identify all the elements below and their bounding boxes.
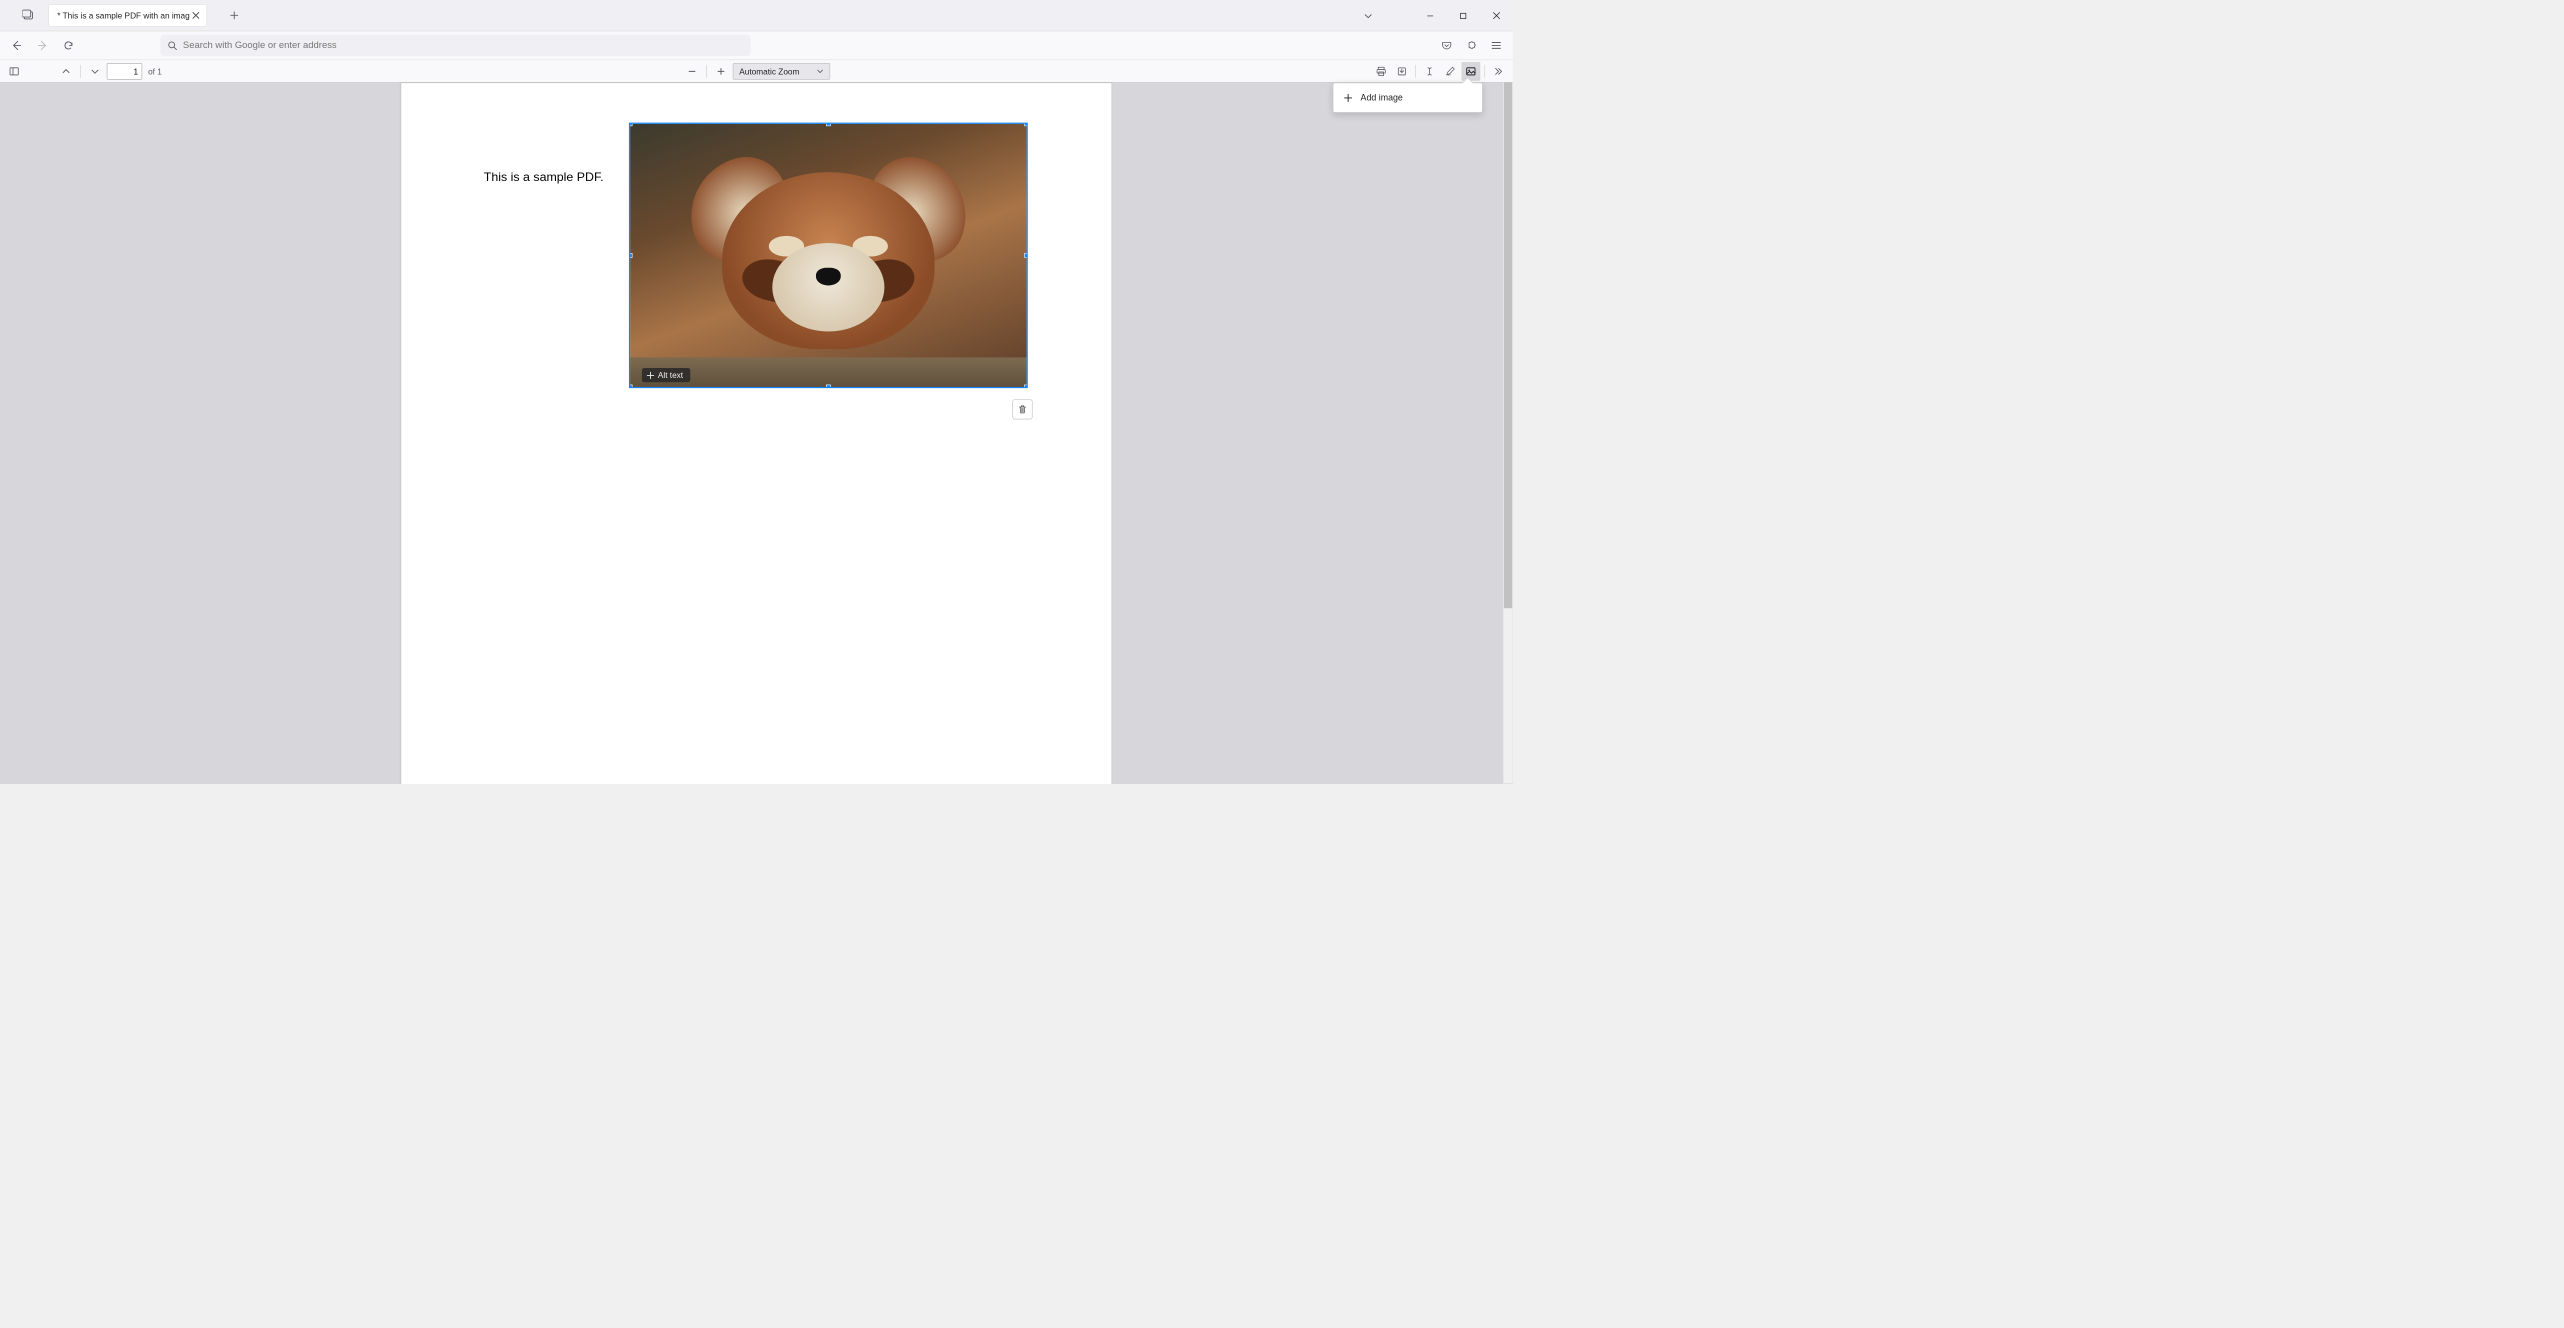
resize-handle-bl[interactable]: [629, 385, 633, 389]
nav-toolbar: [0, 31, 1513, 60]
separator: [706, 65, 707, 78]
browser-tab[interactable]: * This is a sample PDF with an imag: [48, 4, 206, 26]
close-tab-button[interactable]: [190, 9, 202, 21]
forward-arrow-icon: [37, 40, 48, 51]
reload-button[interactable]: [58, 35, 79, 56]
chevron-down-icon: [1364, 12, 1372, 20]
more-tools-button[interactable]: [1489, 62, 1508, 81]
chevron-down-icon: [91, 67, 99, 75]
separator: [80, 65, 81, 78]
plus-icon: [647, 371, 655, 379]
resize-handle-ml[interactable]: [629, 253, 633, 258]
back-button[interactable]: [6, 35, 27, 56]
zoom-select-label: Automatic Zoom: [739, 66, 799, 75]
trash-icon: [1018, 405, 1027, 414]
resize-handle-tm[interactable]: [826, 123, 831, 127]
scrollbar-track[interactable]: [1503, 83, 1512, 784]
save-to-pocket-button[interactable]: [1436, 35, 1457, 56]
zoom-in-button[interactable]: [712, 62, 731, 81]
resize-handle-bm[interactable]: [826, 385, 831, 389]
image-icon: [1466, 66, 1477, 77]
back-arrow-icon: [11, 40, 22, 51]
separator: [1415, 65, 1416, 78]
tab-strip: * This is a sample PDF with an imag: [0, 0, 1513, 31]
next-page-button[interactable]: [86, 62, 105, 81]
extensions-button[interactable]: [1461, 35, 1482, 56]
text-tool-button[interactable]: [1420, 62, 1439, 81]
pdf-body-text: This is a sample PDF.: [484, 171, 604, 185]
image-tool-dropdown: Add image: [1333, 83, 1483, 113]
address-bar[interactable]: [160, 35, 750, 56]
add-image-menu-item[interactable]: Add image: [1337, 87, 1479, 109]
page-count-label: of 1: [148, 66, 162, 75]
separator: [1484, 65, 1485, 78]
alt-text-button[interactable]: Alt text: [642, 368, 690, 382]
pocket-icon: [1441, 40, 1452, 51]
new-tab-button[interactable]: [223, 5, 244, 26]
pdf-viewer[interactable]: This is a sample PDF. Alt text: [0, 83, 1513, 784]
sidebar-icon: [9, 66, 20, 77]
puzzle-icon: [1466, 40, 1477, 51]
pdf-page[interactable]: This is a sample PDF. Alt text: [401, 83, 1113, 784]
download-button[interactable]: [1392, 62, 1411, 81]
recent-browsing-icon: [22, 9, 34, 21]
resize-handle-br[interactable]: [1024, 385, 1028, 389]
search-icon: [168, 41, 177, 50]
list-all-tabs-button[interactable]: [1356, 0, 1380, 31]
image-tool-button[interactable]: [1461, 62, 1480, 81]
reload-icon: [63, 40, 74, 51]
plus-icon: [230, 11, 238, 19]
inserted-image-selection[interactable]: Alt text: [629, 123, 1028, 388]
alt-text-label: Alt text: [658, 371, 683, 380]
minus-icon: [688, 67, 696, 75]
maximize-window-button[interactable]: [1447, 0, 1480, 31]
hamburger-icon: [1491, 40, 1502, 51]
delete-image-button[interactable]: [1012, 399, 1032, 419]
app-menu-button[interactable]: [1486, 35, 1507, 56]
pen-icon: [1445, 66, 1456, 77]
chevrons-right-icon: [1493, 66, 1504, 77]
close-icon: [1492, 12, 1500, 20]
resize-handle-mr[interactable]: [1024, 253, 1028, 258]
scrollbar-thumb[interactable]: [1504, 83, 1512, 609]
close-icon: [192, 12, 199, 19]
zoom-select[interactable]: Automatic Zoom: [733, 63, 830, 80]
address-input[interactable]: [183, 40, 744, 51]
toggle-sidebar-button[interactable]: [5, 62, 24, 81]
close-window-button[interactable]: [1480, 0, 1513, 31]
draw-tool-button[interactable]: [1441, 62, 1460, 81]
pdf-toolbar: of 1 Automatic Zoom: [0, 60, 1513, 82]
chevron-down-icon: [817, 68, 824, 75]
text-cursor-icon: [1424, 66, 1435, 77]
tab-title: * This is a sample PDF with an imag: [57, 11, 190, 20]
page-number-input[interactable]: [107, 63, 142, 80]
resize-handle-tl[interactable]: [629, 123, 633, 127]
download-icon: [1397, 66, 1408, 77]
chevron-up-icon: [62, 67, 70, 75]
maximize-icon: [1460, 12, 1467, 19]
minimize-window-button[interactable]: [1414, 0, 1447, 31]
add-image-label: Add image: [1361, 93, 1403, 103]
plus-icon: [1344, 94, 1352, 102]
previous-page-button[interactable]: [57, 62, 76, 81]
forward-button[interactable]: [32, 35, 53, 56]
zoom-out-button[interactable]: [683, 62, 702, 81]
print-button[interactable]: [1372, 62, 1391, 81]
print-icon: [1376, 66, 1387, 77]
minimize-icon: [1427, 12, 1434, 19]
plus-icon: [717, 67, 725, 75]
resize-handle-tr[interactable]: [1024, 123, 1028, 127]
recent-browsing-button[interactable]: [15, 2, 41, 28]
